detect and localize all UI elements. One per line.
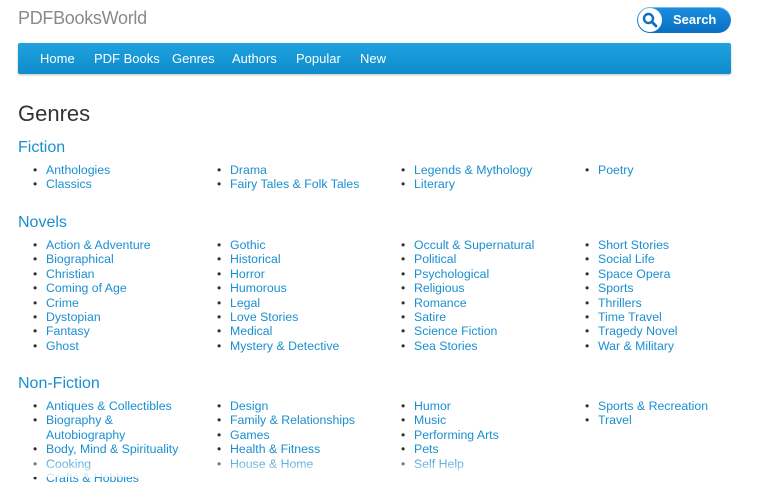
nonfiction-column-2: Design Family & Relationships Games Heal… <box>202 399 355 471</box>
genre-link[interactable]: Political <box>386 252 534 267</box>
genre-link[interactable]: Religious <box>386 281 534 296</box>
genre-link[interactable]: Short Stories <box>570 238 678 253</box>
genre-link[interactable]: Dystopian <box>18 310 151 325</box>
genre-link[interactable]: Self Help <box>386 457 499 472</box>
genre-link[interactable]: Performing Arts <box>386 428 499 443</box>
genre-link[interactable]: Social Life <box>570 252 678 267</box>
nonfiction-column-4: Sports & Recreation Travel <box>570 399 708 428</box>
genre-link[interactable]: Family & Relationships <box>202 413 355 428</box>
fiction-column-1: Anthologies Classics <box>18 163 110 192</box>
section-title-nonfiction[interactable]: Non-Fiction <box>18 375 100 393</box>
genre-link[interactable]: Health & Fitness <box>202 442 355 457</box>
genre-link[interactable]: Fantasy <box>18 324 151 339</box>
genre-link[interactable]: Literary <box>386 177 532 192</box>
genre-link[interactable]: Christian <box>18 267 151 282</box>
genre-link[interactable]: Tragedy Novel <box>570 324 678 339</box>
genre-link[interactable]: Science Fiction <box>386 324 534 339</box>
genre-link[interactable]: Thrillers <box>570 296 678 311</box>
search-button[interactable]: Search <box>637 7 731 33</box>
genre-link[interactable]: Gothic <box>202 238 339 253</box>
genre-link[interactable]: Body, Mind & Spirituality <box>18 442 178 457</box>
genre-link[interactable]: Crafts & Hobbies <box>18 471 178 485</box>
genre-link[interactable]: Antiques & Collectibles <box>18 399 178 414</box>
genre-link[interactable]: Coming of Age <box>18 281 151 296</box>
genre-link[interactable]: Legal <box>202 296 339 311</box>
genre-link[interactable]: Historical <box>202 252 339 267</box>
genre-link[interactable]: Poetry <box>570 163 634 178</box>
fiction-column-2: Drama Fairy Tales & Folk Tales <box>202 163 359 192</box>
nav-new[interactable]: New <box>360 51 386 66</box>
nav-home[interactable]: Home <box>40 51 75 66</box>
nav-authors[interactable]: Authors <box>232 51 277 66</box>
genre-link[interactable]: War & Military <box>570 339 678 354</box>
search-button-label: Search <box>673 12 717 27</box>
nonfiction-column-3: Humor Music Performing Arts Pets Self He… <box>386 399 499 471</box>
genre-link[interactable]: Games <box>202 428 355 443</box>
genre-link[interactable]: Sea Stories <box>386 339 534 354</box>
nav-popular[interactable]: Popular <box>296 51 341 66</box>
site-logo[interactable]: PDFBooksWorld <box>18 8 147 29</box>
genre-link[interactable]: Design <box>202 399 355 414</box>
genre-link[interactable]: Satire <box>386 310 534 325</box>
genre-link[interactable]: Occult & Supernatural <box>386 238 534 253</box>
genre-link[interactable]: Action & Adventure <box>18 238 151 253</box>
genre-link[interactable]: Humor <box>386 399 499 414</box>
genre-link[interactable]: Legends & Mythology <box>386 163 532 178</box>
genre-link[interactable]: Music <box>386 413 499 428</box>
genre-link[interactable]: Cooking <box>18 457 178 472</box>
section-title-fiction[interactable]: Fiction <box>18 139 65 157</box>
genre-link[interactable]: Humorous <box>202 281 339 296</box>
genre-link[interactable]: Time Travel <box>570 310 678 325</box>
genre-link[interactable]: Medical <box>202 324 339 339</box>
novels-column-1: Action & Adventure Biographical Christia… <box>18 238 151 354</box>
fiction-column-3: Legends & Mythology Literary <box>386 163 532 192</box>
genre-link[interactable]: Space Opera <box>570 267 678 282</box>
genre-link[interactable]: Biography & Autobiography <box>18 413 156 442</box>
genre-link[interactable]: Psychological <box>386 267 534 282</box>
genre-link[interactable]: House & Home <box>202 457 355 472</box>
genre-link[interactable]: Anthologies <box>18 163 110 178</box>
section-title-novels[interactable]: Novels <box>18 214 67 232</box>
genre-link[interactable]: Love Stories <box>202 310 339 325</box>
main-nav: Home PDF Books Genres Authors Popular Ne… <box>18 43 731 74</box>
genre-link[interactable]: Sports & Recreation <box>570 399 708 414</box>
genre-link[interactable]: Classics <box>18 177 110 192</box>
novels-column-3: Occult & Supernatural Political Psycholo… <box>386 238 534 354</box>
nav-pdf-books[interactable]: PDF Books <box>94 51 160 66</box>
novels-column-2: Gothic Historical Horror Humorous Legal … <box>202 238 339 354</box>
nonfiction-column-1: Antiques & Collectibles Biography & Auto… <box>18 399 178 485</box>
novels-column-4: Short Stories Social Life Space Opera Sp… <box>570 238 678 354</box>
genre-link[interactable]: Travel <box>570 413 708 428</box>
genre-link[interactable]: Romance <box>386 296 534 311</box>
genre-link[interactable]: Drama <box>202 163 359 178</box>
genre-link[interactable]: Biographical <box>18 252 151 267</box>
genre-link[interactable]: Ghost <box>18 339 151 354</box>
genre-link[interactable]: Horror <box>202 267 339 282</box>
genre-link[interactable]: Pets <box>386 442 499 457</box>
search-icon <box>638 8 662 32</box>
genre-link[interactable]: Fairy Tales & Folk Tales <box>202 177 359 192</box>
genre-link[interactable]: Crime <box>18 296 151 311</box>
page-title: Genres <box>18 101 91 126</box>
genre-link[interactable]: Mystery & Detective <box>202 339 339 354</box>
fiction-column-4: Poetry <box>570 163 634 178</box>
genre-link[interactable]: Sports <box>570 281 678 296</box>
nav-genres[interactable]: Genres <box>172 51 215 66</box>
